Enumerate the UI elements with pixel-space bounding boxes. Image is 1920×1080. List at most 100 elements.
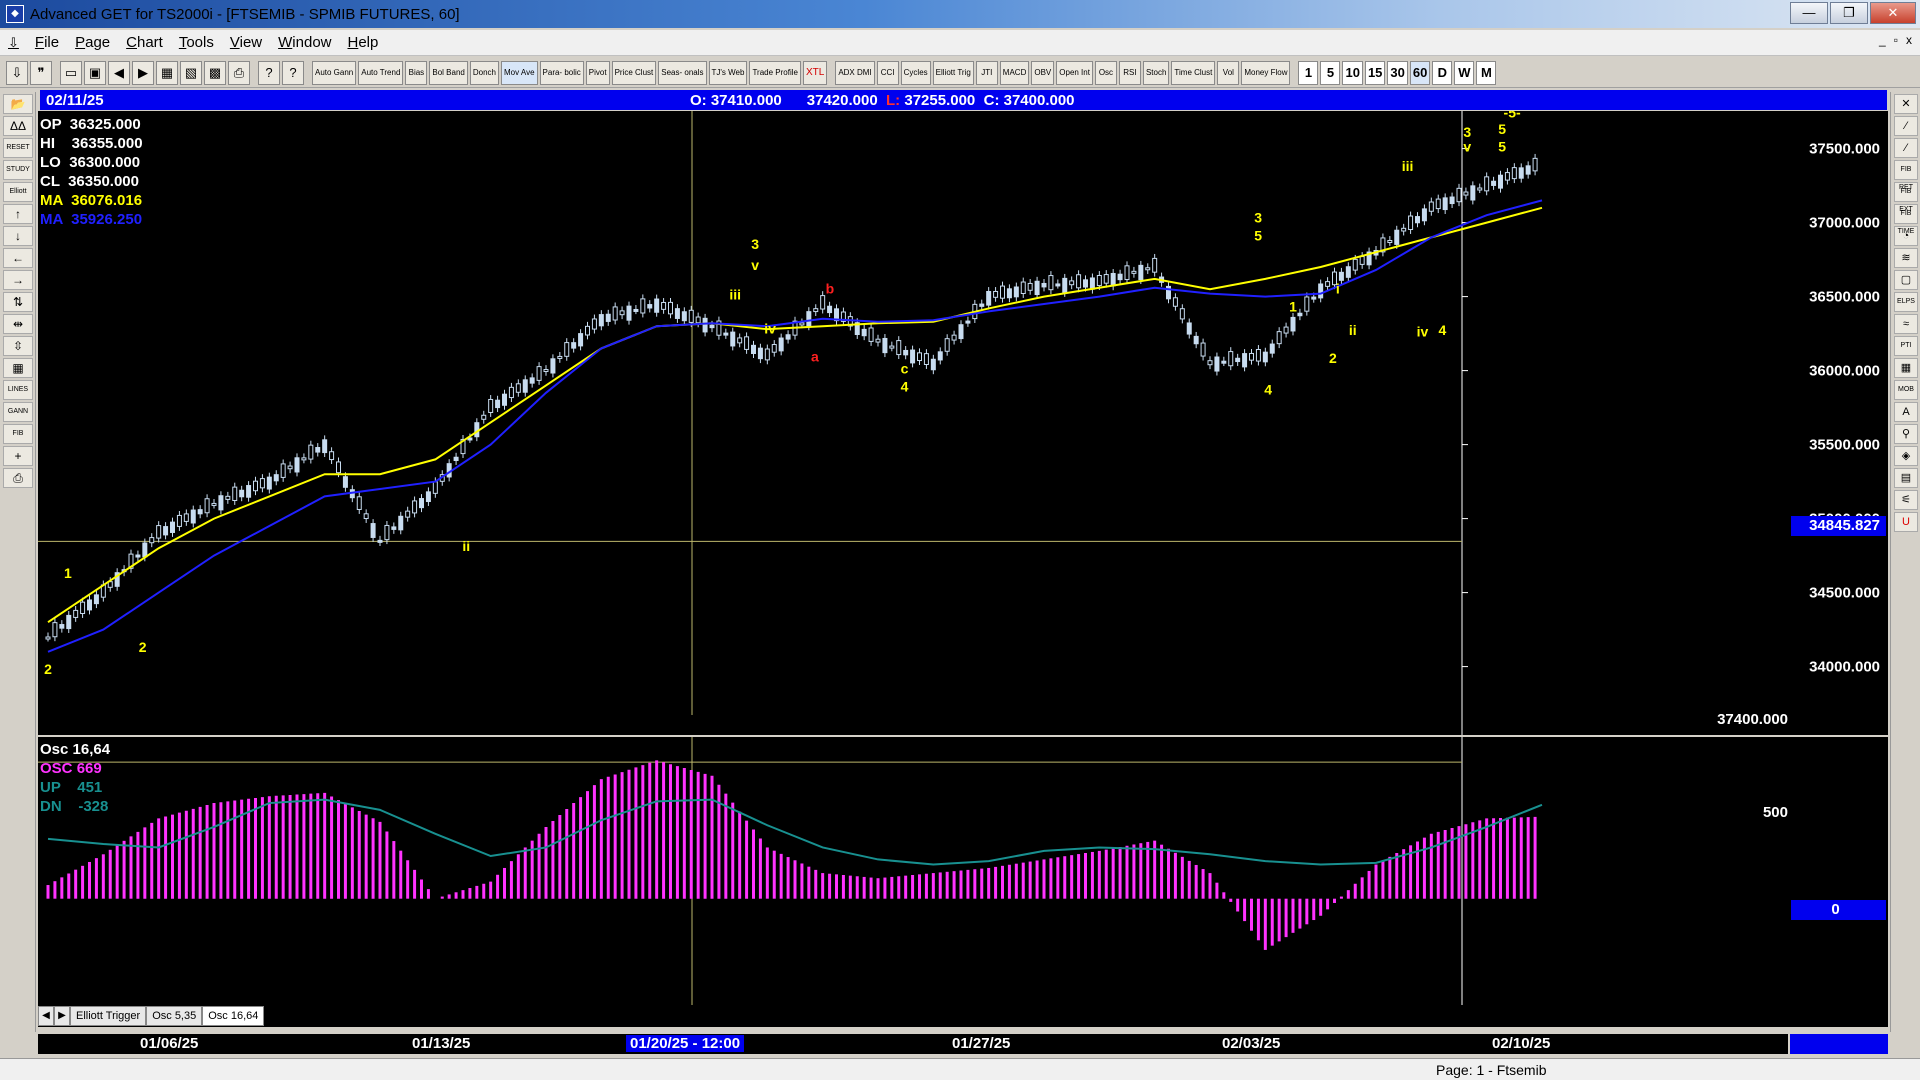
mdi-doc-icon[interactable]: ⇩ bbox=[0, 35, 27, 51]
tab-next-button[interactable]: ▶ bbox=[54, 1006, 70, 1026]
left-tool-1[interactable]: ΔΔ bbox=[3, 116, 33, 136]
study-button-24[interactable]: Time Clust bbox=[1171, 60, 1216, 85]
period-button-4[interactable]: 30 bbox=[1387, 60, 1408, 85]
left-tool-5[interactable]: ↑ bbox=[3, 204, 33, 224]
study-button-12[interactable]: XTL bbox=[802, 60, 828, 85]
toolbar-icon-button-7[interactable]: ▧ bbox=[180, 60, 202, 85]
price-chart[interactable]: 37500.000 37000.000 36500.000 36000.000 3550… bbox=[38, 105, 1888, 735]
menu-window[interactable]: Window bbox=[270, 34, 339, 51]
menu-view[interactable]: View bbox=[222, 34, 270, 51]
study-button-22[interactable]: RSI bbox=[1118, 60, 1141, 85]
menu-file[interactable]: File bbox=[27, 34, 67, 51]
study-button-18[interactable]: MACD bbox=[999, 60, 1030, 85]
right-tool-4[interactable]: FIB EXT bbox=[1894, 182, 1918, 213]
left-tool-7[interactable]: ← bbox=[3, 248, 33, 268]
period-button-0[interactable]: 1 bbox=[1298, 60, 1319, 85]
minimize-button[interactable]: — bbox=[1790, 2, 1828, 24]
right-tool-18[interactable]: ⚟ bbox=[1894, 490, 1918, 510]
right-tool-7[interactable]: ≋ bbox=[1894, 248, 1918, 268]
study-button-4[interactable]: Donch bbox=[469, 60, 499, 85]
toolbar-icon-button-9[interactable]: ⎙ bbox=[228, 60, 250, 85]
left-tool-8[interactable]: → bbox=[3, 270, 33, 290]
period-button-1[interactable]: 5 bbox=[1320, 60, 1341, 85]
study-button-5[interactable]: Mov Ave bbox=[500, 60, 538, 85]
mdi-close-button[interactable]: x bbox=[1906, 33, 1912, 47]
toolbar-icon-button-8[interactable]: ▩ bbox=[204, 60, 226, 85]
left-tool-16[interactable]: + bbox=[3, 446, 33, 466]
study-button-19[interactable]: OBV bbox=[1031, 60, 1055, 85]
study-button-1[interactable]: Auto Trend bbox=[358, 60, 404, 85]
period-button-3[interactable]: 15 bbox=[1364, 60, 1386, 85]
maximize-button[interactable]: ❐ bbox=[1830, 2, 1868, 24]
right-tool-3[interactable]: FIB RET bbox=[1894, 160, 1918, 191]
study-button-13[interactable]: ADX DMI bbox=[835, 60, 875, 85]
tab-osc-16-64[interactable]: Osc 16,64 bbox=[202, 1006, 265, 1026]
right-tool-14[interactable]: A bbox=[1894, 402, 1918, 422]
study-button-0[interactable]: Auto Gann bbox=[312, 60, 357, 85]
tab-elliott-trigger[interactable]: Elliott Trigger bbox=[70, 1006, 147, 1026]
right-tool-13[interactable]: MOB bbox=[1894, 380, 1918, 400]
study-button-3[interactable]: Bol Band bbox=[429, 60, 468, 85]
study-button-16[interactable]: Elliott Trig bbox=[932, 60, 974, 85]
period-button-5[interactable]: 60 bbox=[1409, 60, 1431, 85]
right-tool-16[interactable]: ◈ bbox=[1894, 446, 1918, 466]
period-button-2[interactable]: 10 bbox=[1342, 60, 1363, 85]
right-tool-0[interactable]: ✕ bbox=[1894, 94, 1918, 114]
mdi-restore-button[interactable]: ▫ bbox=[1894, 33, 1898, 47]
menu-page[interactable]: Page bbox=[67, 34, 118, 51]
right-tool-1[interactable]: ⁄ bbox=[1894, 116, 1918, 136]
study-button-23[interactable]: Stoch bbox=[1142, 60, 1170, 85]
toolbar-icon-button-1[interactable]: ❞ bbox=[30, 60, 52, 85]
right-tool-8[interactable]: ▢ bbox=[1894, 270, 1918, 290]
right-tool-10[interactable]: ≈ bbox=[1894, 314, 1918, 334]
right-tool-11[interactable]: PTI bbox=[1894, 336, 1918, 356]
left-tool-15[interactable]: FIB bbox=[3, 424, 33, 444]
study-button-25[interactable]: Vol bbox=[1217, 60, 1240, 85]
left-tool-6[interactable]: ↓ bbox=[3, 226, 33, 246]
toolbar-icon-button-3[interactable]: ▣ bbox=[84, 60, 106, 85]
toolbar-icon-button-5[interactable]: ▶ bbox=[132, 60, 154, 85]
study-button-14[interactable]: CCI bbox=[876, 60, 899, 85]
oscillator-canvas[interactable] bbox=[38, 737, 1888, 1005]
period-button-6[interactable]: D bbox=[1432, 60, 1453, 85]
menu-chart[interactable]: Chart bbox=[118, 34, 171, 51]
left-tool-10[interactable]: ⇹ bbox=[3, 314, 33, 334]
study-button-9[interactable]: Seas- onals bbox=[658, 60, 707, 85]
left-tool-4[interactable]: Elliott bbox=[3, 182, 33, 202]
right-tool-12[interactable]: ▦ bbox=[1894, 358, 1918, 378]
left-tool-12[interactable]: ▦ bbox=[3, 358, 33, 378]
price-chart-canvas[interactable]: 37500.000 37000.000 36500.000 36000.000 3550… bbox=[38, 105, 1888, 735]
toolbar-icon-button-4[interactable]: ◀ bbox=[108, 60, 130, 85]
oscillator-panel[interactable]: Osc 16,64 OSC 669 UP 451 DN -328 500 0 bbox=[38, 737, 1888, 1027]
right-tool-19[interactable]: U bbox=[1894, 512, 1918, 532]
toolbar-icon-button-10[interactable]: ? bbox=[258, 60, 280, 85]
study-button-17[interactable]: JTI bbox=[975, 60, 998, 85]
study-button-10[interactable]: TJ's Web bbox=[708, 60, 748, 85]
left-tool-0[interactable]: 📂 bbox=[3, 94, 33, 114]
tab-osc-5-35[interactable]: Osc 5,35 bbox=[146, 1006, 203, 1026]
time-axis[interactable]: 01/06/25 01/13/25 01/20/25 - 12:00 01/27… bbox=[38, 1034, 1788, 1054]
mdi-minimize-button[interactable]: _ bbox=[1879, 33, 1886, 47]
period-button-8[interactable]: M bbox=[1476, 60, 1497, 85]
study-button-11[interactable]: Trade Profile bbox=[749, 60, 801, 85]
study-button-2[interactable]: Bias bbox=[405, 60, 428, 85]
close-button[interactable]: ✕ bbox=[1870, 2, 1916, 24]
menu-tools[interactable]: Tools bbox=[171, 34, 222, 51]
toolbar-icon-button-0[interactable]: ⇩ bbox=[6, 60, 28, 85]
toolbar-icon-button-6[interactable]: ▦ bbox=[156, 60, 178, 85]
tab-prev-button[interactable]: ◀ bbox=[38, 1006, 54, 1026]
menu-help[interactable]: Help bbox=[340, 34, 387, 51]
period-button-7[interactable]: W bbox=[1454, 60, 1475, 85]
left-tool-9[interactable]: ⇅ bbox=[3, 292, 33, 312]
right-tool-9[interactable]: ELPS bbox=[1894, 292, 1918, 312]
left-tool-11[interactable]: ⇳ bbox=[3, 336, 33, 356]
left-tool-14[interactable]: GANN bbox=[3, 402, 33, 422]
left-tool-13[interactable]: LINES bbox=[3, 380, 33, 400]
study-button-15[interactable]: Cycles bbox=[900, 60, 931, 85]
study-button-7[interactable]: Pivot bbox=[585, 60, 610, 85]
left-tool-17[interactable]: ⎙ bbox=[3, 468, 33, 488]
left-tool-3[interactable]: STUDY bbox=[3, 160, 33, 180]
study-button-6[interactable]: Para- bolic bbox=[539, 60, 584, 85]
study-button-8[interactable]: Price Clust bbox=[611, 60, 657, 85]
study-button-26[interactable]: Money Flow bbox=[1241, 60, 1291, 85]
